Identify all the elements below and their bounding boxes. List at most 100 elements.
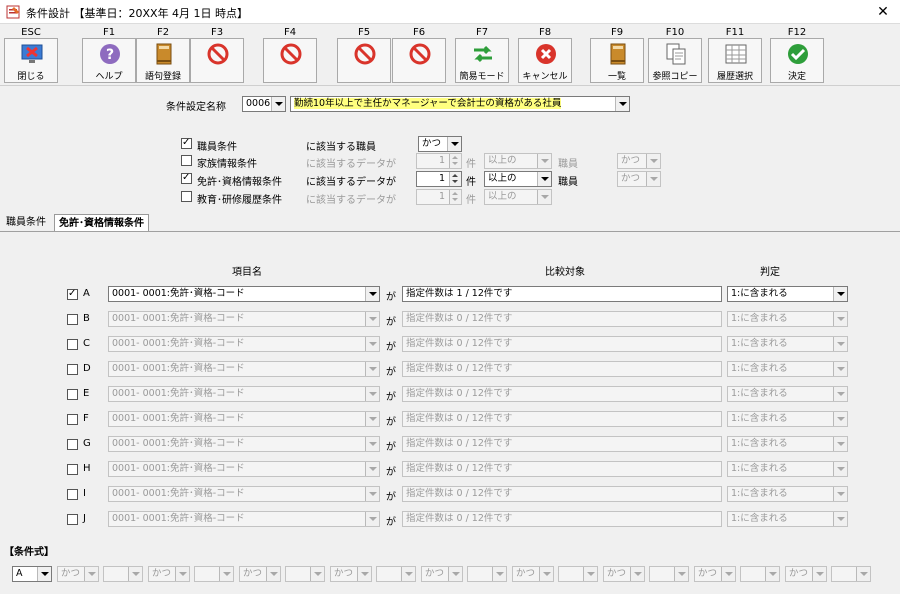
- staff-criteria-logic-select[interactable]: かつ: [418, 136, 462, 152]
- row-a-compare-field[interactable]: 指定件数は 1 / 12件です: [402, 286, 722, 302]
- spin-arrows-icon[interactable]: [449, 154, 461, 168]
- family-criteria-label: 家族情報条件: [197, 159, 257, 170]
- row-e-item-select[interactable]: 0001- 0001:免許･資格-コード: [108, 386, 380, 402]
- row-f-item-select[interactable]: 0001- 0001:免許･資格-コード: [108, 411, 380, 427]
- family-criteria-count-stepper[interactable]: 1: [416, 153, 462, 169]
- cancel-button[interactable]: キャンセル: [518, 38, 572, 83]
- row-b-compare-field[interactable]: 指定件数は 0 / 12件です: [402, 311, 722, 327]
- formula-logic-select[interactable]: かつ: [512, 566, 554, 582]
- row-e-compare-field[interactable]: 指定件数は 0 / 12件です: [402, 386, 722, 402]
- row-d-item-select[interactable]: 0001- 0001:免許･資格-コード: [108, 361, 380, 377]
- row-f-judge-select[interactable]: 1:に含まれる: [727, 411, 848, 427]
- tab-license-conditions[interactable]: 免許･資格情報条件: [54, 214, 149, 232]
- help-button[interactable]: ? ヘルプ: [82, 38, 136, 83]
- formula-operand-select[interactable]: [740, 566, 780, 582]
- staff-criteria-checkbox[interactable]: [181, 137, 192, 149]
- row-d-judge-select[interactable]: 1:に含まれる: [727, 361, 848, 377]
- row-c-item-select[interactable]: 0001- 0001:免許･資格-コード: [108, 336, 380, 352]
- f6-button[interactable]: [392, 38, 446, 83]
- formula-operand-select[interactable]: [467, 566, 507, 582]
- list-button[interactable]: 一覧: [590, 38, 644, 83]
- row-h-judge-select[interactable]: 1:に含まれる: [727, 461, 848, 477]
- f5-button[interactable]: [337, 38, 391, 83]
- row-c-compare-field[interactable]: 指定件数は 0 / 12件です: [402, 336, 722, 352]
- history-select-button[interactable]: 履歴選択: [708, 38, 762, 83]
- close-window-button[interactable]: ✕: [866, 0, 900, 24]
- formula-logic-select[interactable]: かつ: [785, 566, 827, 582]
- row-a-item-select[interactable]: 0001- 0001:免許･資格-コード: [108, 286, 380, 302]
- row-i-item-select[interactable]: 0001- 0001:免許･資格-コード: [108, 486, 380, 502]
- formula-logic-select[interactable]: かつ: [603, 566, 645, 582]
- formula-operand-select[interactable]: [376, 566, 416, 582]
- formula-first-select[interactable]: A: [12, 566, 52, 582]
- chevron-down-icon: [365, 362, 379, 376]
- condition-name-select[interactable]: 勤続10年以上で主任かマネージャーで会計士の資格がある社員: [290, 96, 630, 112]
- row-c-judge-select[interactable]: 1:に含まれる: [727, 336, 848, 352]
- row-c-checkbox[interactable]: [67, 339, 78, 350]
- simple-mode-button[interactable]: 簡易モード: [455, 38, 509, 83]
- row-g-checkbox[interactable]: [67, 439, 78, 450]
- row-g-item-select[interactable]: 0001- 0001:免許･資格-コード: [108, 436, 380, 452]
- row-i-judge-select[interactable]: 1:に含まれる: [727, 486, 848, 502]
- ga-particle: が: [386, 392, 396, 403]
- spin-arrows-icon[interactable]: [449, 172, 461, 186]
- f3-button[interactable]: [190, 38, 244, 83]
- license-criteria-checkbox[interactable]: [181, 172, 192, 184]
- row-j-judge-select[interactable]: 1:に含まれる: [727, 511, 848, 527]
- title-bar: 条件設計 【基準日：20XX年 4月 1日 時点】 ✕: [0, 0, 900, 24]
- row-d-compare-field[interactable]: 指定件数は 0 / 12件です: [402, 361, 722, 377]
- formula-operand-select[interactable]: [103, 566, 143, 582]
- row-i-compare-field[interactable]: 指定件数は 0 / 12件です: [402, 486, 722, 502]
- row-b-judge-select[interactable]: 1:に含まれる: [727, 311, 848, 327]
- family-criteria-logic-select[interactable]: かつ: [617, 153, 661, 169]
- formula-logic-select[interactable]: かつ: [421, 566, 463, 582]
- formula-logic-select[interactable]: かつ: [330, 566, 372, 582]
- spin-arrows-icon[interactable]: [449, 190, 461, 204]
- training-criteria-suffix: に該当するデータが: [306, 195, 396, 206]
- row-f-compare-field[interactable]: 指定件数は 0 / 12件です: [402, 411, 722, 427]
- row-g-judge-select[interactable]: 1:に含まれる: [727, 436, 848, 452]
- row-a-judge-select[interactable]: 1:に含まれる: [727, 286, 848, 302]
- row-j-compare-field[interactable]: 指定件数は 0 / 12件です: [402, 511, 722, 527]
- license-criteria-count-stepper[interactable]: 1: [416, 171, 462, 187]
- close-button[interactable]: 閉じる: [4, 38, 58, 83]
- row-h-compare-field[interactable]: 指定件数は 0 / 12件です: [402, 461, 722, 477]
- training-criteria-count-stepper[interactable]: 1: [416, 189, 462, 205]
- prohibited-icon: [354, 43, 376, 65]
- row-j-checkbox[interactable]: [67, 514, 78, 525]
- row-h-checkbox[interactable]: [67, 464, 78, 475]
- tab-staff-conditions[interactable]: 職員条件: [2, 214, 50, 232]
- training-criteria-operator-select[interactable]: 以上の: [484, 189, 552, 205]
- license-criteria-operator-select[interactable]: 以上の: [484, 171, 552, 187]
- row-j-item-select[interactable]: 0001- 0001:免許･資格-コード: [108, 511, 380, 527]
- row-i-checkbox[interactable]: [67, 489, 78, 500]
- formula-operand-select[interactable]: [558, 566, 598, 582]
- judge-value: 1:に含まれる: [731, 388, 788, 399]
- row-f-checkbox[interactable]: [67, 414, 78, 425]
- confirm-button[interactable]: 決定: [770, 38, 824, 83]
- row-b-checkbox[interactable]: [67, 314, 78, 325]
- formula-logic-select[interactable]: かつ: [694, 566, 736, 582]
- formula-logic-select[interactable]: かつ: [239, 566, 281, 582]
- row-e-checkbox[interactable]: [67, 389, 78, 400]
- formula-operand-select[interactable]: [649, 566, 689, 582]
- row-d-checkbox[interactable]: [67, 364, 78, 375]
- formula-logic-select[interactable]: かつ: [148, 566, 190, 582]
- row-a-checkbox[interactable]: [67, 288, 78, 300]
- row-e-judge-select[interactable]: 1:に含まれる: [727, 386, 848, 402]
- reference-copy-button[interactable]: 参照コピー: [648, 38, 702, 83]
- formula-operand-select[interactable]: [831, 566, 871, 582]
- family-criteria-checkbox[interactable]: [181, 155, 192, 166]
- row-b-item-select[interactable]: 0001- 0001:免許･資格-コード: [108, 311, 380, 327]
- condition-code-select[interactable]: 0006: [242, 96, 286, 112]
- f4-button[interactable]: [263, 38, 317, 83]
- row-g-compare-field[interactable]: 指定件数は 0 / 12件です: [402, 436, 722, 452]
- family-criteria-operator-select[interactable]: 以上の: [484, 153, 552, 169]
- formula-logic-select[interactable]: かつ: [57, 566, 99, 582]
- formula-operand-select[interactable]: [194, 566, 234, 582]
- training-criteria-checkbox[interactable]: [181, 191, 192, 202]
- term-register-button[interactable]: 語句登録: [136, 38, 190, 83]
- formula-operand-select[interactable]: [285, 566, 325, 582]
- license-criteria-logic-select[interactable]: かつ: [617, 171, 661, 187]
- row-h-item-select[interactable]: 0001- 0001:免許･資格-コード: [108, 461, 380, 477]
